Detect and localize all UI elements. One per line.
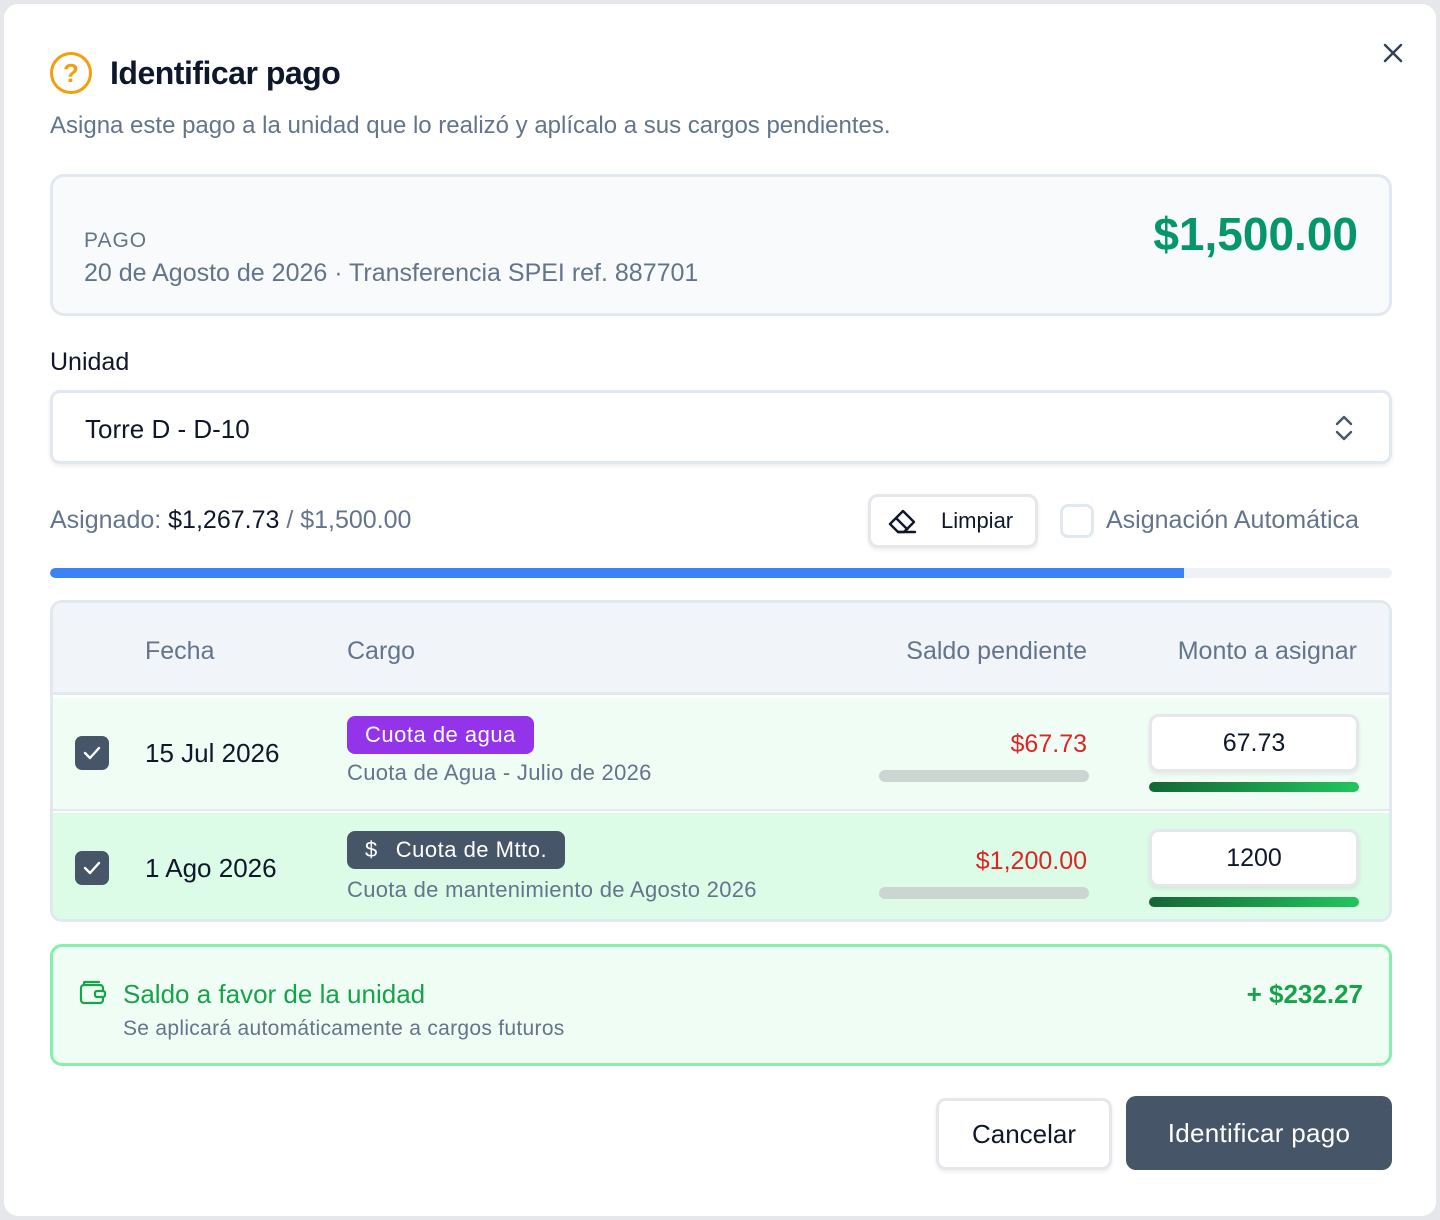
header-balance: Saldo pendiente [906, 637, 1087, 665]
charge-tag: $ Cuota de Mtto. [347, 831, 566, 869]
auto-assign-label[interactable]: Asignación Automática [1106, 506, 1359, 535]
dialog-header: ? Identificar pago [50, 52, 341, 94]
auto-assign-checkbox[interactable] [1060, 504, 1094, 538]
charge-tag-label: Cuota de Mtto. [395, 837, 548, 862]
unit-selected-value: Torre D - D-10 [85, 414, 250, 444]
header-charge: Cargo [347, 637, 416, 665]
payment-description: 20 de Agosto de 2026 · Transferencia SPE… [84, 259, 699, 287]
clear-button-label: Limpiar [941, 508, 1014, 533]
pending-balance-bar [879, 887, 1089, 899]
row-checkbox[interactable] [75, 736, 109, 770]
dialog-title: Identificar pago [110, 54, 341, 91]
clear-button[interactable]: Limpiar [868, 494, 1038, 548]
question-circle-icon: ? [50, 52, 92, 94]
charges-table: Fecha Cargo Saldo pendiente Monto a asig… [50, 600, 1392, 922]
chevron-up-down-icon [1335, 415, 1353, 441]
eraser-icon [888, 509, 917, 534]
row-checkbox[interactable] [75, 851, 109, 885]
payment-label: PAGO [84, 229, 148, 252]
payment-amount: $1,500.00 [1153, 208, 1358, 260]
assignment-summary: Asignado: $1,267.73 / $1,500.00 [50, 506, 411, 535]
amount-coverage-bar [1149, 897, 1359, 907]
close-icon [1383, 43, 1403, 63]
dollar-icon: $ [365, 837, 378, 862]
assignment-progress-bar [50, 568, 1392, 578]
amount-input[interactable] [1149, 829, 1359, 887]
identify-payment-dialog: ? Identificar pago Asigna este pago a la… [4, 4, 1436, 1216]
credit-subtitle: Se aplicará automáticamente a cargos fut… [123, 1017, 565, 1040]
table-row: 15 Jul 2026 Cuota de agua Cuota de Agua … [53, 698, 1389, 811]
assigned-total: $1,500.00 [300, 506, 412, 534]
assigned-label: Asignado: [50, 506, 162, 534]
header-amount: Monto a asignar [1177, 637, 1357, 665]
amount-coverage-bar [1149, 782, 1359, 792]
row-date: 1 Ago 2026 [145, 853, 277, 883]
row-date: 15 Jul 2026 [145, 738, 280, 768]
wallet-icon [79, 980, 107, 1005]
assignment-progress-fill [50, 568, 1185, 578]
amount-input[interactable] [1149, 714, 1359, 772]
assigned-amount: $1,267.73 [168, 506, 280, 534]
header-date: Fecha [145, 637, 215, 665]
credit-amount: + $232.27 [1246, 979, 1363, 1009]
checkmark-icon [83, 861, 101, 875]
cancel-button[interactable]: Cancelar [936, 1098, 1112, 1170]
identify-payment-button[interactable]: Identificar pago [1126, 1096, 1392, 1170]
pending-balance: $1,200.00 [975, 847, 1087, 875]
close-button[interactable] [1378, 38, 1408, 68]
pending-balance: $67.73 [1010, 730, 1087, 758]
unit-select[interactable]: Torre D - D-10 [50, 390, 1392, 464]
credit-balance-box: Saldo a favor de la unidad Se aplicará a… [50, 944, 1392, 1066]
payment-summary-card: PAGO 20 de Agosto de 2026 · Transferenci… [50, 174, 1392, 316]
credit-title: Saldo a favor de la unidad [123, 979, 426, 1009]
assigned-separator: / [286, 506, 294, 534]
pending-balance-bar [879, 770, 1089, 782]
charge-tag: Cuota de agua [347, 716, 534, 754]
checkmark-icon [83, 746, 101, 760]
charge-description: Cuota de mantenimiento de Agosto 2026 [347, 877, 757, 902]
table-header: Fecha Cargo Saldo pendiente Monto a asig… [53, 603, 1389, 695]
table-row: 1 Ago 2026 $ Cuota de Mtto. Cuota de man… [53, 813, 1389, 919]
unit-field-label: Unidad [50, 348, 130, 376]
dialog-subtitle: Asigna este pago a la unidad que lo real… [50, 112, 891, 139]
charge-description: Cuota de Agua - Julio de 2026 [347, 760, 652, 785]
